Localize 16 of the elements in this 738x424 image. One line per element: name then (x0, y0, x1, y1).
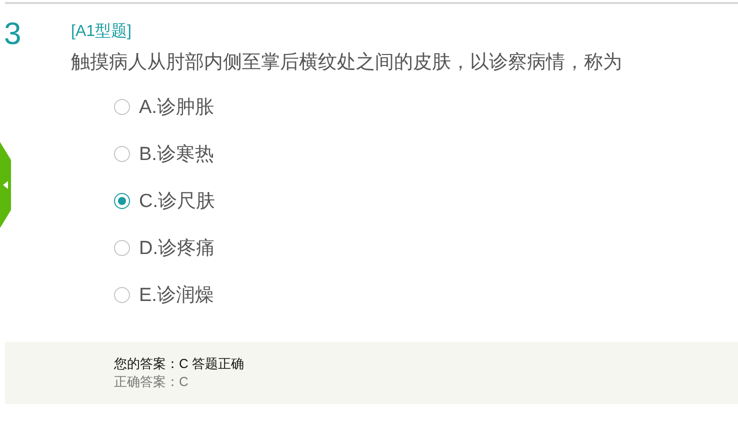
your-answer: 您的答案：C 答题正确 (114, 355, 245, 373)
question-text: 触摸病人从肘部内侧至掌后横纹处之间的皮肤，以诊察病情，称为 (71, 51, 622, 75)
side-tab[interactable] (0, 142, 11, 228)
option-label[interactable]: D.诊疼痛 (139, 235, 215, 261)
radio-button[interactable] (114, 146, 130, 162)
option-label[interactable]: C.诊尺肤 (139, 188, 215, 214)
option-label[interactable]: A.诊肿胀 (139, 94, 214, 120)
option-label[interactable]: E.诊润燥 (139, 282, 214, 308)
radio-button[interactable] (114, 240, 130, 256)
question-type: [A1型题] (71, 22, 132, 42)
radio-button[interactable] (114, 99, 130, 115)
radio-button[interactable] (114, 193, 130, 209)
correct-answer: 正确答案：C (114, 373, 190, 391)
option-label[interactable]: B.诊寒热 (139, 141, 214, 167)
question-number: 3 (3, 16, 22, 53)
radio-button[interactable] (114, 287, 130, 303)
